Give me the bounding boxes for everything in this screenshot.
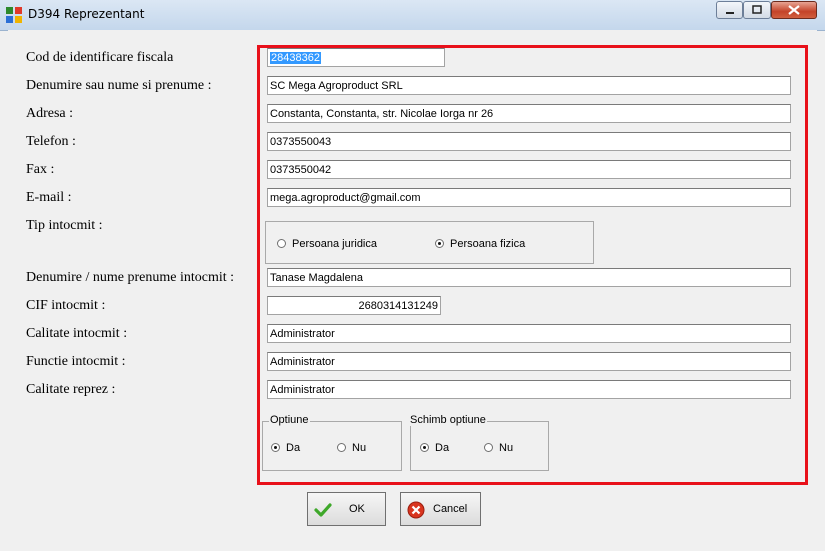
cancel-button-label: Cancel <box>433 503 468 515</box>
ok-button-label: OK <box>349 503 365 515</box>
label-cif-intocmit: CIF intocmit : <box>26 298 106 313</box>
window-title: D394 Reprezentant <box>28 7 145 21</box>
close-icon <box>788 5 800 15</box>
label-cif: Cod de identificare fiscala <box>26 50 174 65</box>
minimize-button[interactable] <box>716 1 743 19</box>
cancel-icon <box>407 501 425 519</box>
label-denumire: Denumire sau nume si prenume : <box>26 78 212 93</box>
ok-button[interactable]: OK <box>307 492 386 526</box>
label-adresa: Adresa : <box>26 106 74 121</box>
maximize-icon <box>752 5 762 14</box>
label-tip-intocmit: Tip intocmit : <box>26 218 103 233</box>
label-calitate-reprez: Calitate reprez : <box>26 382 116 397</box>
checkmark-icon <box>314 503 332 517</box>
cancel-button[interactable]: Cancel <box>400 492 481 526</box>
label-telefon: Telefon : <box>26 134 76 149</box>
label-fax: Fax : <box>26 162 55 177</box>
minimize-icon <box>726 12 734 14</box>
label-calitate-intocmit: Calitate intocmit : <box>26 326 128 341</box>
maximize-button[interactable] <box>743 1 771 19</box>
label-denumire-intocmit: Denumire / nume prenume intocmit : <box>26 270 235 285</box>
highlight-frame <box>257 45 808 485</box>
label-email: E-mail : <box>26 190 72 205</box>
app-icon <box>6 7 22 23</box>
title-bar: D394 Reprezentant <box>0 0 825 31</box>
close-button[interactable] <box>771 1 817 19</box>
label-functie-intocmit: Functie intocmit : <box>26 354 126 369</box>
